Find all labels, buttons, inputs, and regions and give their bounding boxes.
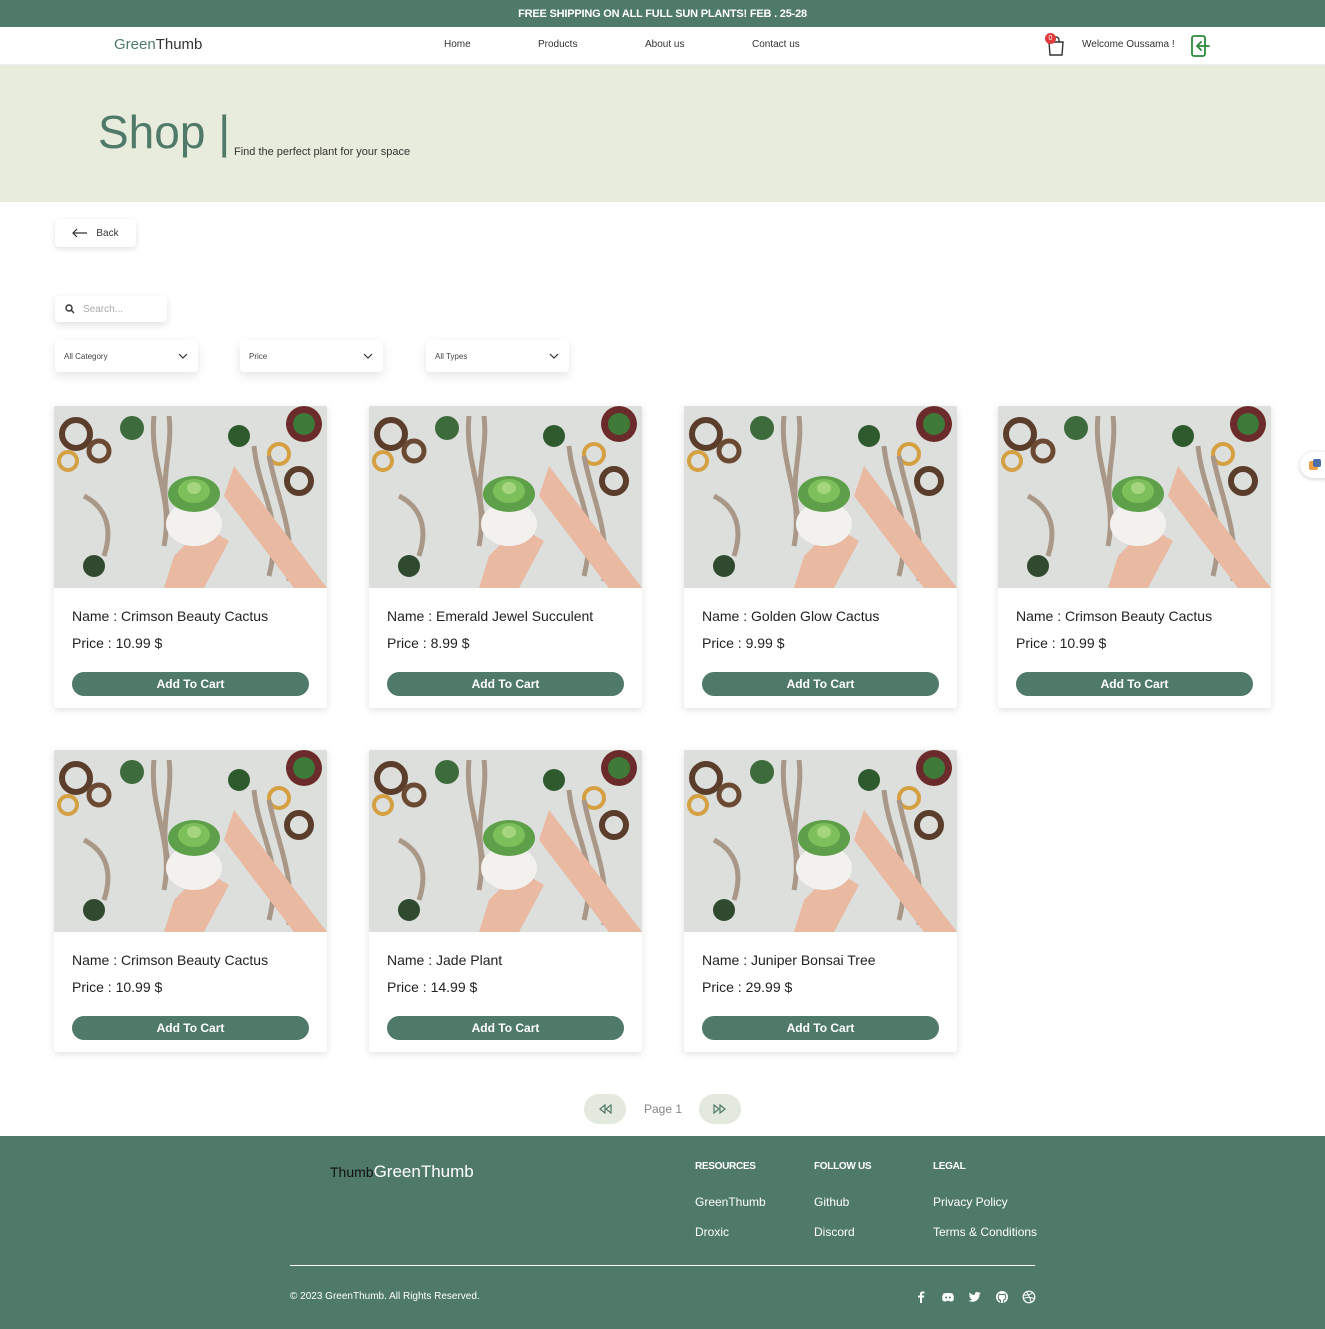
page-indicator: Page 1	[644, 1102, 683, 1116]
product-price: Price : 14.99 $	[387, 979, 478, 995]
arrow-left-icon	[72, 228, 88, 238]
category-filter-label: All Category	[64, 351, 108, 361]
navbar: GreenThumb Home Products About us Contac…	[0, 27, 1325, 65]
product-image	[54, 750, 327, 932]
footer-link-privacy[interactable]: Privacy Policy	[933, 1195, 1008, 1209]
resources-title: RESOURCES	[695, 1161, 756, 1172]
footer-divider	[290, 1265, 1035, 1266]
floating-extension-badge[interactable]	[1300, 452, 1325, 478]
product-card[interactable]: Name : Crimson Beauty Cactus Price : 10.…	[54, 406, 327, 708]
product-name: Name : Crimson Beauty Cactus	[1016, 608, 1213, 624]
logo-green-text: Green	[114, 36, 156, 53]
next-page-button[interactable]	[699, 1094, 741, 1124]
product-price: Price : 8.99 $	[387, 635, 470, 651]
type-filter[interactable]: All Types	[426, 340, 569, 372]
footer-logo-dark: Thumb	[330, 1164, 374, 1180]
product-price: Price : 9.99 $	[702, 635, 785, 651]
promo-banner: FREE SHIPPING ON ALL FULL SUN PLANTS! FE…	[0, 0, 1325, 27]
product-image	[998, 406, 1271, 588]
type-filter-label: All Types	[435, 351, 468, 361]
category-filter[interactable]: All Category	[55, 340, 198, 372]
product-card[interactable]: Name : Crimson Beauty Cactus Price : 10.…	[998, 406, 1271, 708]
search-icon	[65, 304, 75, 314]
nav-products[interactable]: Products	[538, 39, 577, 50]
nav-contact[interactable]: Contact us	[752, 39, 800, 50]
footer: ThumbGreenThumb RESOURCES GreenThumb Dro…	[0, 1136, 1325, 1329]
page-subtitle: Find the perfect plant for your space	[234, 146, 411, 158]
product-price: Price : 10.99 $	[1016, 635, 1107, 651]
github-icon[interactable]	[995, 1290, 1009, 1304]
add-to-cart-button[interactable]: Add To Cart	[72, 672, 309, 696]
product-name: Name : Golden Glow Cactus	[702, 608, 880, 624]
add-to-cart-button[interactable]: Add To Cart	[1016, 672, 1253, 696]
facebook-icon[interactable]	[914, 1290, 928, 1304]
product-name: Name : Crimson Beauty Cactus	[72, 952, 269, 968]
add-to-cart-button[interactable]: Add To Cart	[387, 1016, 624, 1040]
product-card[interactable]: Name : Crimson Beauty Cactus Price : 10.…	[54, 750, 327, 1052]
footer-link-github[interactable]: Github	[814, 1195, 849, 1209]
product-image	[684, 406, 957, 588]
cart-count-badge: 0	[1045, 33, 1056, 44]
footer-logo[interactable]: ThumbGreenThumb	[330, 1162, 474, 1182]
search-input[interactable]	[83, 303, 163, 315]
product-card[interactable]: Name : Emerald Jewel Succulent Price : 8…	[369, 406, 642, 708]
back-button[interactable]: Back	[55, 219, 136, 247]
product-card[interactable]: Name : Golden Glow Cactus Price : 9.99 $…	[684, 406, 957, 708]
product-image	[54, 406, 327, 588]
follow-title: FOLLOW US	[814, 1161, 872, 1172]
product-price: Price : 29.99 $	[702, 979, 793, 995]
product-card[interactable]: Name : Juniper Bonsai Tree Price : 29.99…	[684, 750, 957, 1052]
twitter-icon[interactable]	[968, 1290, 982, 1304]
legal-title: LEGAL	[933, 1161, 966, 1172]
nav-home[interactable]: Home	[444, 39, 471, 50]
footer-logo-light: GreenThumb	[373, 1162, 474, 1181]
hero-banner: Shop | Find the perfect plant for your s…	[0, 65, 1325, 202]
product-name: Name : Emerald Jewel Succulent	[387, 608, 594, 624]
page-title: Shop |	[98, 106, 231, 158]
footer-link-droxic[interactable]: Droxic	[695, 1225, 729, 1239]
product-image	[684, 750, 957, 932]
product-price: Price : 10.99 $	[72, 635, 163, 651]
search-box	[55, 296, 167, 322]
price-filter-label: Price	[249, 351, 268, 361]
back-label: Back	[96, 227, 119, 239]
footer-link-greenthumb[interactable]: GreenThumb	[695, 1195, 766, 1209]
product-image	[369, 406, 642, 588]
double-right-icon	[713, 1104, 726, 1114]
price-filter[interactable]: Price	[240, 340, 383, 372]
dribbble-icon[interactable]	[1022, 1290, 1036, 1304]
cart-button[interactable]: 0	[1045, 33, 1067, 57]
chevron-down-icon	[178, 353, 188, 359]
double-left-icon	[599, 1104, 612, 1114]
product-card[interactable]: Name : Jade Plant Price : 14.99 $ Add To…	[369, 750, 642, 1052]
prev-page-button[interactable]	[584, 1094, 626, 1124]
chevron-down-icon	[363, 353, 373, 359]
nav-about[interactable]: About us	[645, 39, 684, 50]
product-name: Name : Crimson Beauty Cactus	[72, 608, 269, 624]
welcome-message: Welcome Oussama !	[1082, 39, 1175, 50]
footer-link-discord[interactable]: Discord	[814, 1225, 855, 1239]
add-to-cart-button[interactable]: Add To Cart	[387, 672, 624, 696]
site-logo[interactable]: GreenThumb	[114, 36, 202, 53]
add-to-cart-button[interactable]: Add To Cart	[702, 672, 939, 696]
logout-button[interactable]	[1188, 34, 1212, 58]
add-to-cart-button[interactable]: Add To Cart	[702, 1016, 939, 1040]
extension-icon	[1309, 459, 1321, 470]
footer-link-terms[interactable]: Terms & Conditions	[933, 1225, 1037, 1239]
product-image	[369, 750, 642, 932]
add-to-cart-button[interactable]: Add To Cart	[72, 1016, 309, 1040]
product-name: Name : Jade Plant	[387, 952, 503, 968]
logo-dark-text: Thumb	[155, 36, 203, 53]
logout-icon	[1191, 35, 1210, 57]
product-name: Name : Juniper Bonsai Tree	[702, 952, 876, 968]
product-price: Price : 10.99 $	[72, 979, 163, 995]
copyright: © 2023 GreenThumb. All Rights Reserved.	[290, 1291, 480, 1302]
chevron-down-icon	[549, 353, 559, 359]
discord-icon[interactable]	[941, 1290, 955, 1304]
